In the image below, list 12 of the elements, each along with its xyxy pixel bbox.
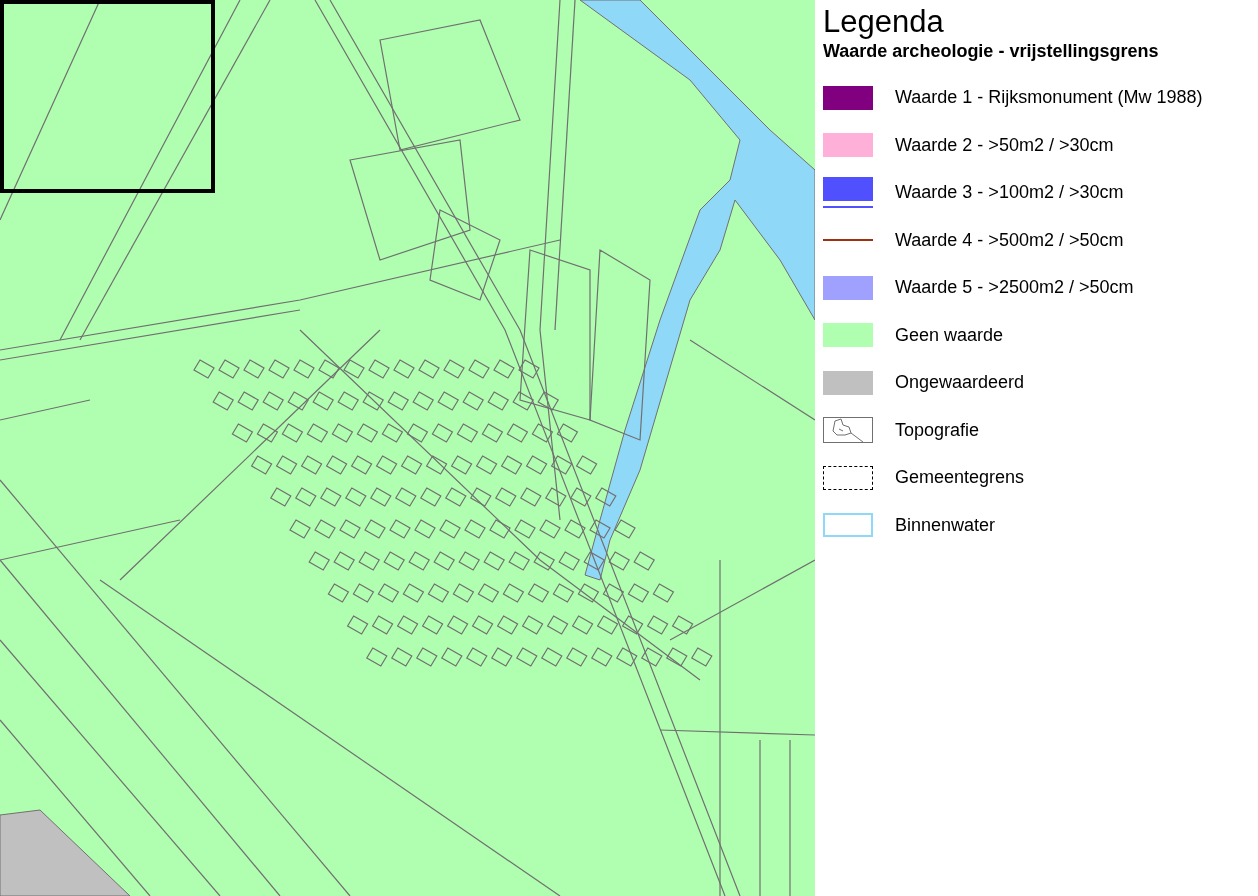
- legend-label: Waarde 2 - >50m2 / >30cm: [895, 134, 1114, 156]
- legend-label: Waarde 3 - >100m2 / >30cm: [895, 182, 1124, 204]
- legend-label: Waarde 5 - >2500m2 / >50cm: [895, 277, 1134, 299]
- legend-title: Legenda: [823, 4, 945, 40]
- legend-label: Ongewaardeerd: [895, 372, 1025, 394]
- legend-label: Gemeentegrens: [895, 467, 1025, 489]
- legend-subtitle: Waarde archeologie - vrijstellingsgrens: [823, 40, 1160, 62]
- legend-label: Waarde 1 - Rijksmonument (Mw 1988): [895, 87, 1203, 109]
- legend-label: Binnenwater: [895, 514, 996, 536]
- legend-label: Topografie: [895, 419, 980, 441]
- legend-label: Geen waarde: [895, 324, 1004, 346]
- legend-label: Waarde 4 - >500m2 / >50cm: [895, 229, 1124, 251]
